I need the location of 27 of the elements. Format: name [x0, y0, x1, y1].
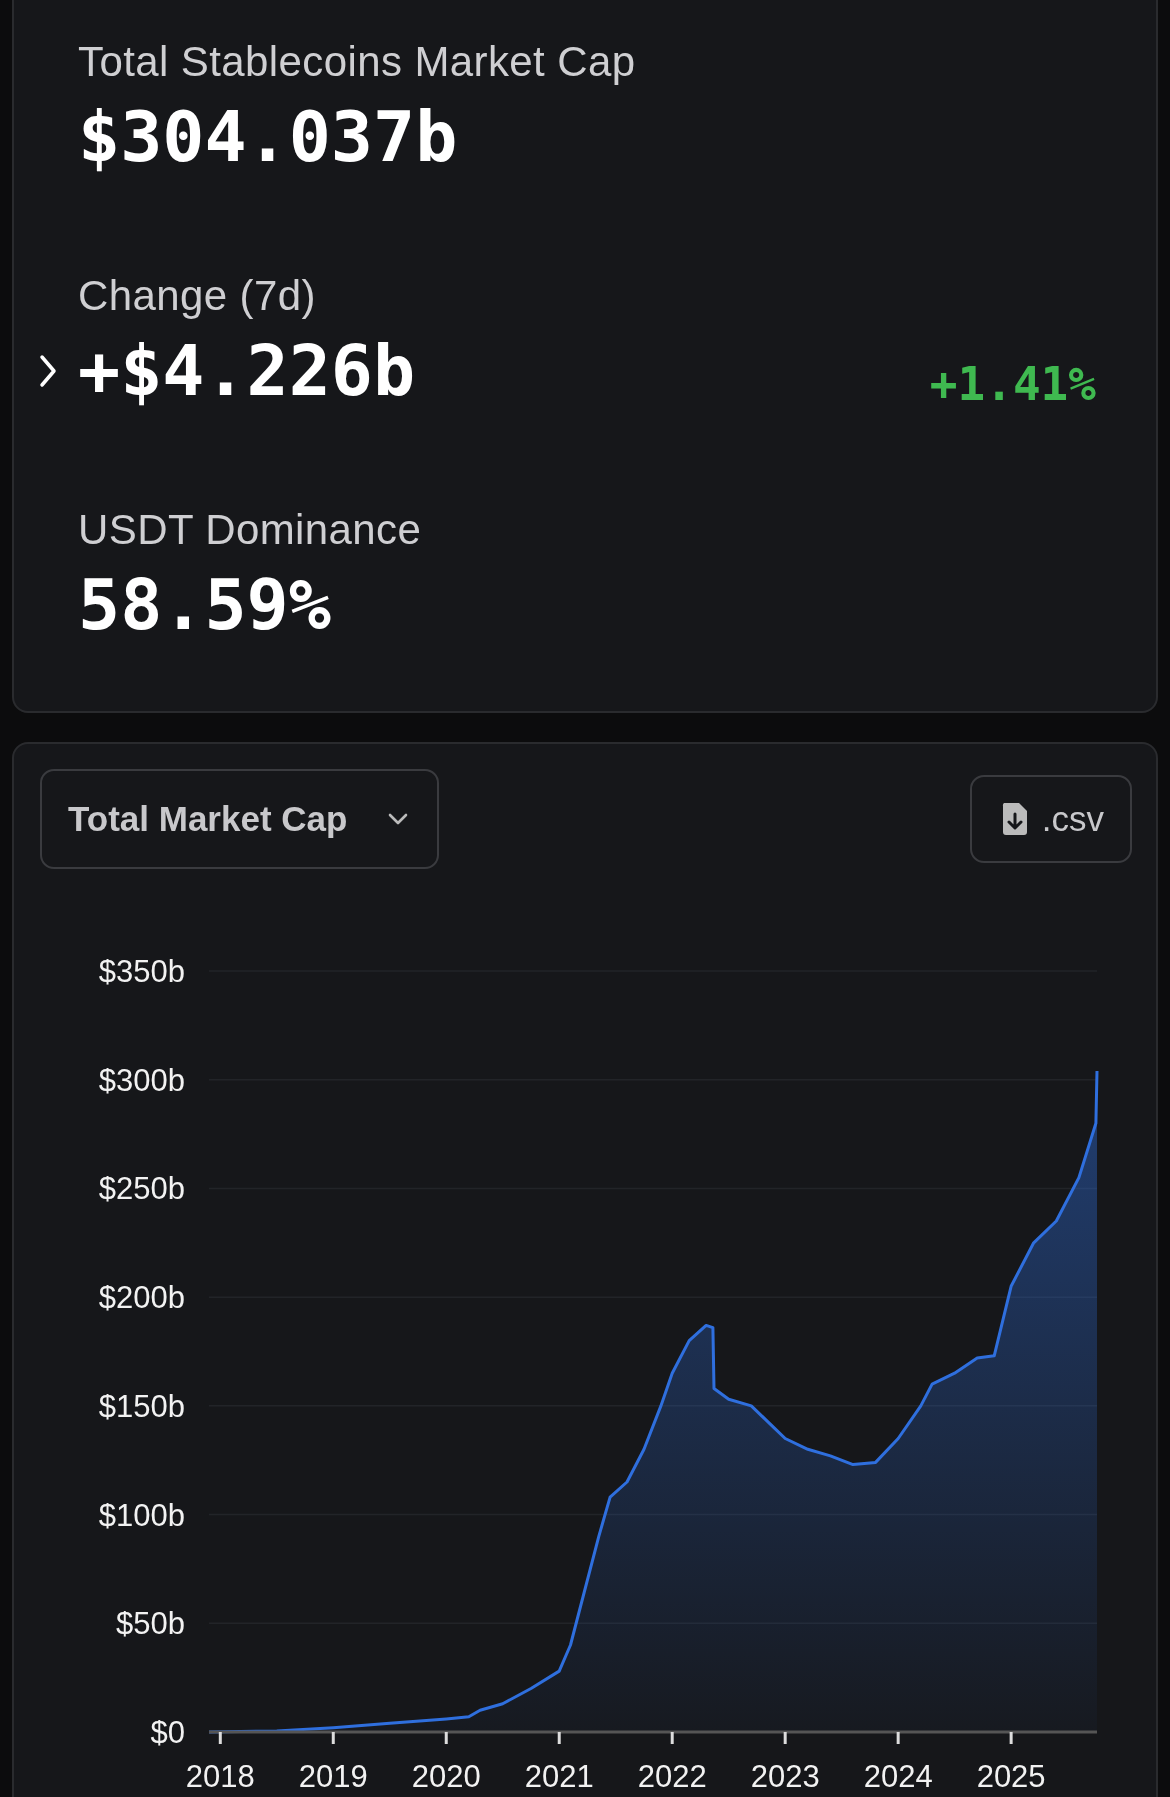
y-axis-label: $50b — [116, 1606, 185, 1642]
metric-dropdown[interactable]: Total Market Cap — [40, 769, 440, 869]
stat-label: Total Stablecoins Market Cap — [78, 37, 637, 87]
stat-label: USDT Dominance — [78, 505, 423, 555]
change-percent: +1.41% — [929, 357, 1096, 411]
y-axis-label: $150b — [98, 1388, 185, 1424]
stat-label: Change (7d) — [78, 271, 317, 321]
x-axis-label: 2023 — [750, 1759, 820, 1794]
y-axis-label: $0 — [150, 1715, 185, 1750]
y-axis-label: $100b — [98, 1497, 185, 1533]
stat-value: 58.59% — [78, 563, 331, 648]
x-axis-label: 2022 — [637, 1759, 707, 1794]
chevron-icon[interactable] — [38, 353, 58, 389]
y-axis-label: $350b — [98, 954, 185, 989]
caret-icon — [387, 812, 410, 826]
x-axis-label: 2018 — [185, 1759, 255, 1794]
x-axis-label: 2024 — [863, 1759, 933, 1794]
y-axis-label: $250b — [98, 1171, 185, 1207]
stat-value: $304.037b — [78, 95, 458, 180]
y-axis-label: $200b — [98, 1280, 185, 1316]
y-axis-label: $300b — [98, 1062, 185, 1098]
csv-download-button[interactable]: .csv — [969, 775, 1132, 863]
x-axis-label: 2021 — [524, 1759, 594, 1794]
x-axis-label: 2025 — [976, 1759, 1046, 1794]
x-axis-label: 2020 — [411, 1759, 481, 1794]
stat-value: +$4.226b — [78, 329, 416, 414]
x-axis-label: 2019 — [298, 1759, 368, 1794]
